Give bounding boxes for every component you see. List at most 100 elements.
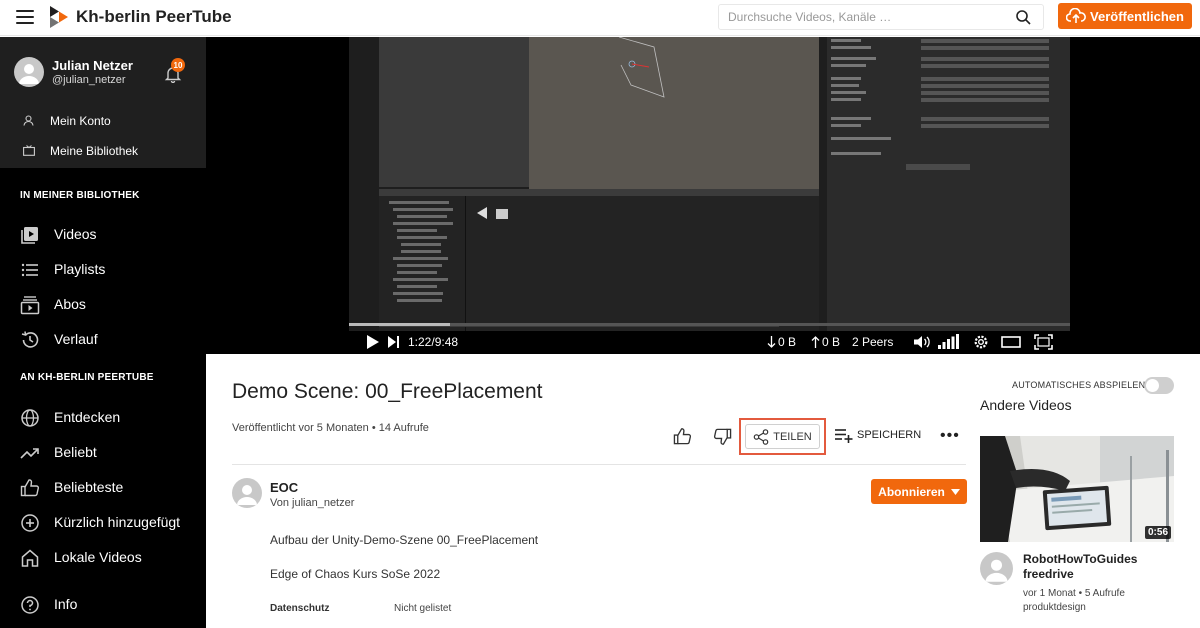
attribute-key-privacy: Datenschutz [270, 603, 330, 614]
play-icon[interactable] [367, 335, 379, 349]
sidebar-item-my-account[interactable]: Mein Konto [0, 106, 206, 136]
more-options-icon[interactable]: ••• [940, 427, 960, 445]
subscriptions-icon [20, 296, 40, 315]
like-icon[interactable] [673, 427, 692, 446]
sidebar-item-label: Videos [54, 226, 97, 242]
default-avatar-icon [19, 64, 39, 84]
video-content-unity-editor [349, 37, 1070, 331]
plus-circle-icon [21, 514, 39, 532]
sidebar-item-subscriptions[interactable]: Abos [0, 289, 206, 319]
attribute-value-privacy: Nicht gelistet [394, 603, 452, 614]
user-handle: @julian_netzer [52, 74, 126, 86]
caret-down-icon [950, 488, 960, 495]
sidebar-item-playlists[interactable]: Playlists [0, 254, 206, 284]
save-to-playlist-button[interactable]: SPEICHERN [835, 427, 921, 443]
thumbs-up-icon [20, 479, 39, 497]
recommended-video-channel[interactable]: produktdesign [1023, 602, 1086, 613]
theater-mode-icon[interactable] [1001, 336, 1021, 348]
video-duration: 0:56 [1144, 526, 1171, 539]
cloud-upload-icon [1066, 8, 1086, 23]
sidebar-item-label: Beliebteste [54, 479, 124, 495]
menu-icon[interactable] [16, 10, 34, 24]
share-button[interactable]: TEILEN [739, 418, 826, 455]
dislike-icon[interactable] [713, 427, 732, 446]
history-icon [21, 331, 39, 348]
sidebar-item-label: Mein Konto [50, 114, 111, 128]
volume-bars-icon[interactable] [938, 334, 960, 349]
channel-owner[interactable]: Von julian_netzer [270, 497, 354, 509]
sidebar-item-recently-added[interactable]: Kürzlich hinzugefügt [0, 507, 206, 537]
subscribe-button[interactable]: Abonnieren [871, 479, 967, 504]
recommended-channel-avatar[interactable] [980, 552, 1013, 585]
playlist-add-icon [835, 429, 853, 443]
notification-badge: 10 [171, 58, 185, 72]
share-label: TEILEN [773, 430, 812, 443]
upload-arrow-icon [811, 336, 820, 348]
recommended-video-meta: vor 1 Monat • 5 Aufrufe [1023, 588, 1125, 599]
description-line: Edge of Chaos Kurs SoSe 2022 [270, 567, 441, 581]
divider [232, 464, 966, 465]
channel-name[interactable]: EOC [270, 480, 298, 495]
peertube-logo-icon[interactable] [50, 6, 68, 28]
download-arrow-icon [767, 336, 776, 348]
sidebar-item-label: Playlists [54, 261, 106, 277]
description-line: Aufbau der Unity-Demo-Szene 00_FreePlace… [270, 533, 539, 547]
sidebar-item-label: Kürzlich hinzugefügt [54, 514, 181, 530]
site-title[interactable]: Kh-berlin PeerTube [76, 7, 232, 27]
sidebar-item-label: Verlauf [54, 331, 98, 347]
search-icon[interactable] [1016, 10, 1031, 25]
sidebar-item-history[interactable]: Verlauf [0, 324, 206, 354]
instance-section-title: AN KH-BERLIN PEERTUBE [20, 372, 154, 383]
sidebar-item-label: Abos [54, 296, 86, 312]
video-frame[interactable] [349, 37, 1070, 331]
person-icon [23, 115, 34, 126]
sidebar: Julian Netzer @julian_netzer 10 Mein Kon… [0, 37, 206, 628]
video-title: Demo Scene: 00_FreePlacement [232, 380, 543, 403]
tv-icon [23, 145, 35, 156]
sidebar-item-label: Meine Bibliothek [50, 144, 139, 158]
sidebar-item-label: Lokale Videos [54, 549, 142, 565]
video-icon [21, 227, 38, 244]
user-name[interactable]: Julian Netzer [52, 58, 133, 73]
home-icon [21, 549, 39, 567]
publish-button[interactable]: Veröffentlichen [1058, 3, 1192, 29]
globe-icon [21, 409, 39, 427]
sidebar-item-label: Entdecken [54, 409, 121, 425]
top-header: Kh-berlin PeerTube Veröffentlichen [0, 0, 1200, 36]
sidebar-item-most-liked[interactable]: Beliebteste [0, 472, 206, 502]
upload-rate: 0 B [822, 335, 841, 349]
autoplay-toggle[interactable] [1144, 377, 1174, 394]
save-label: SPEICHERN [857, 429, 922, 441]
recommended-video-title[interactable]: RobotHowToGuides freedrive [1023, 552, 1173, 582]
avatar[interactable] [14, 57, 44, 87]
channel-avatar[interactable] [232, 478, 262, 508]
settings-gear-icon[interactable] [973, 334, 989, 350]
publish-label: Veröffentlichen [1090, 8, 1184, 24]
sidebar-item-videos[interactable]: Videos [0, 219, 206, 249]
subscribe-label: Abonnieren [878, 484, 945, 499]
sidebar-item-local-videos[interactable]: Lokale Videos [0, 542, 206, 572]
trending-icon [20, 448, 39, 459]
share-button-inner: TEILEN [745, 424, 820, 449]
fullscreen-icon[interactable] [1034, 334, 1053, 350]
recommended-video-thumbnail[interactable]: 0:56 [980, 436, 1174, 542]
other-videos-title: Andere Videos [980, 397, 1072, 413]
library-section-title: IN MEINER BIBLIOTHEK [20, 190, 140, 201]
sidebar-item-discover[interactable]: Entdecken [0, 402, 206, 432]
progress-bar[interactable] [349, 323, 1070, 326]
next-icon[interactable] [388, 336, 400, 348]
sidebar-item-trending[interactable]: Beliebt [0, 437, 206, 467]
search-input[interactable] [719, 5, 999, 29]
video-meta: Veröffentlicht vor 5 Monaten • 14 Aufruf… [232, 422, 429, 434]
download-rate: 0 B [778, 335, 797, 349]
sidebar-item-label: Beliebt [54, 444, 97, 460]
sidebar-item-info[interactable]: Info [0, 589, 206, 619]
autoplay-label: AUTOMATISCHES ABSPIELEN [1012, 380, 1146, 390]
default-avatar-icon [237, 485, 257, 505]
player-controls: 1:22/9:48 0 B 0 B 2 Peers [349, 331, 1070, 353]
default-avatar-icon [985, 559, 1008, 582]
help-icon [21, 596, 39, 614]
volume-icon[interactable] [914, 335, 932, 349]
sidebar-item-my-library[interactable]: Meine Bibliothek [0, 136, 206, 166]
search-box [718, 4, 1044, 30]
